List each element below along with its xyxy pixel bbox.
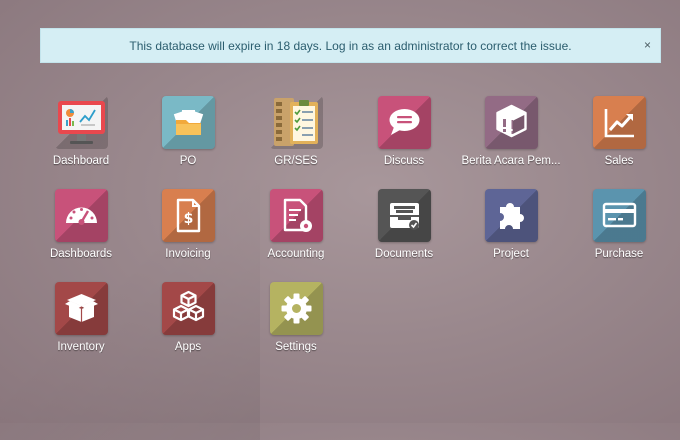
app-label: Discuss <box>383 155 425 167</box>
app-discuss[interactable]: Discuss <box>354 96 454 167</box>
alert-close-button[interactable]: × <box>644 38 651 52</box>
app-dashboard[interactable]: Dashboard <box>31 96 131 167</box>
app-label: Dashboard <box>52 155 110 167</box>
chart-trend-icon <box>592 96 646 149</box>
app-label: Documents <box>374 248 434 260</box>
gauge-icon <box>54 189 108 242</box>
package-box-icon <box>54 282 108 335</box>
credit-card-icon <box>592 189 646 242</box>
alert-message: This database will expire in 18 days. Lo… <box>129 38 572 53</box>
app-accounting[interactable]: Accounting <box>246 189 346 260</box>
document-gear-icon <box>269 189 323 242</box>
svg-text:$: $ <box>183 211 193 227</box>
app-berita-acara[interactable]: Berita Acara Pem... <box>461 96 561 167</box>
app-label: Berita Acara Pem... <box>461 155 561 167</box>
app-label: GR/SES <box>274 155 318 167</box>
app-inventory[interactable]: Inventory <box>31 282 131 353</box>
app-project[interactable]: Project <box>461 189 561 260</box>
app-gr-ses[interactable]: GR/SES <box>246 96 346 167</box>
dashboard-monitor-icon <box>54 96 108 149</box>
app-sales[interactable]: Sales <box>569 96 669 167</box>
app-settings[interactable]: Settings <box>246 282 346 353</box>
app-purchase[interactable]: Purchase <box>569 189 669 260</box>
gear-icon <box>269 282 323 335</box>
clipboard-checklist-icon <box>269 96 323 149</box>
app-label: Invoicing <box>165 248 211 260</box>
app-label: Apps <box>174 341 202 353</box>
app-apps[interactable]: Apps <box>138 282 238 353</box>
app-dashboards[interactable]: Dashboards <box>31 189 131 260</box>
app-label: Inventory <box>57 341 105 353</box>
chat-bubble-icon <box>377 96 431 149</box>
invoice-dollar-icon: $ <box>161 189 215 242</box>
app-po[interactable]: PO <box>138 96 238 167</box>
puzzle-piece-icon <box>484 189 538 242</box>
app-label: Purchase <box>594 248 644 260</box>
inbox-tray-icon <box>377 189 431 242</box>
app-label: Dashboards <box>49 248 112 260</box>
app-label: PO <box>179 155 197 167</box>
box-alert-icon <box>484 96 538 149</box>
cubes-icon <box>161 282 215 335</box>
database-expiration-alert: This database will expire in 18 days. Lo… <box>40 28 661 63</box>
app-invoicing[interactable]: $ Invoicing <box>138 189 238 260</box>
folder-documents-icon <box>161 96 215 149</box>
app-documents[interactable]: Documents <box>354 189 454 260</box>
app-label: Project <box>493 248 529 260</box>
app-label: Accounting <box>267 248 325 260</box>
app-label: Settings <box>275 341 317 353</box>
app-label: Sales <box>604 155 634 167</box>
